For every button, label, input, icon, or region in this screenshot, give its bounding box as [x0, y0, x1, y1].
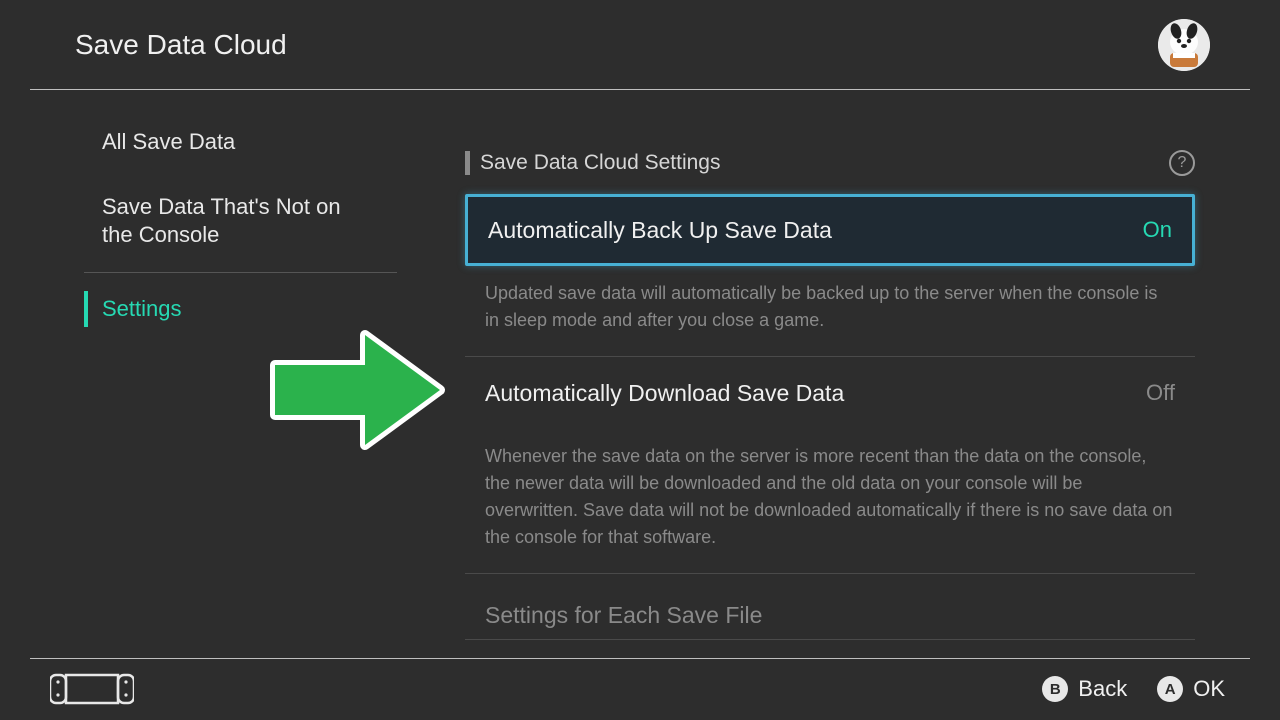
sidebar-item-label: All Save Data — [102, 129, 235, 154]
sidebar-item-not-on-console[interactable]: Save Data That's Not on the Console — [72, 175, 397, 268]
content-panel: Save Data Cloud Settings ? Automatically… — [405, 110, 1280, 658]
console-icon — [50, 673, 134, 705]
header: Save Data Cloud — [0, 0, 1280, 90]
sidebar: All Save Data Save Data That's Not on th… — [0, 110, 405, 658]
sidebar-item-all-save-data[interactable]: All Save Data — [72, 110, 397, 175]
back-label: Back — [1078, 676, 1127, 702]
setting-value: Off — [1146, 380, 1175, 406]
b-button-icon: B — [1042, 676, 1068, 702]
back-button[interactable]: B Back — [1042, 676, 1127, 702]
sidebar-item-settings[interactable]: Settings — [72, 277, 397, 342]
setting-value: On — [1143, 217, 1172, 243]
ok-label: OK — [1193, 676, 1225, 702]
main-area: All Save Data Save Data That's Not on th… — [0, 90, 1280, 658]
setting-auto-download[interactable]: Automatically Download Save Data Off — [465, 357, 1195, 429]
user-avatar[interactable] — [1158, 19, 1210, 71]
help-icon[interactable]: ? — [1169, 150, 1195, 176]
setting-description: Updated save data will automatically be … — [465, 266, 1195, 356]
divider — [465, 639, 1195, 640]
sidebar-item-label: Settings — [102, 296, 182, 321]
header-divider — [30, 89, 1250, 90]
a-button-icon: A — [1157, 676, 1183, 702]
footer: B Back A OK — [0, 658, 1280, 720]
sidebar-item-label: Save Data That's Not on the Console — [102, 194, 341, 248]
setting-description: Whenever the save data on the server is … — [465, 429, 1195, 573]
ok-button[interactable]: A OK — [1157, 676, 1225, 702]
page-title: Save Data Cloud — [75, 29, 287, 61]
setting-auto-backup[interactable]: Automatically Back Up Save Data On — [465, 194, 1195, 266]
section-accent-bar — [465, 151, 470, 175]
sidebar-divider — [84, 272, 397, 273]
footer-actions: B Back A OK — [1042, 676, 1225, 702]
setting-label: Automatically Download Save Data — [485, 380, 844, 407]
setting-label: Automatically Back Up Save Data — [488, 217, 832, 244]
section-header: Save Data Cloud Settings ? — [465, 150, 1195, 176]
subsection-title: Settings for Each Save File — [465, 574, 1195, 639]
section-title: Save Data Cloud Settings — [480, 151, 720, 175]
